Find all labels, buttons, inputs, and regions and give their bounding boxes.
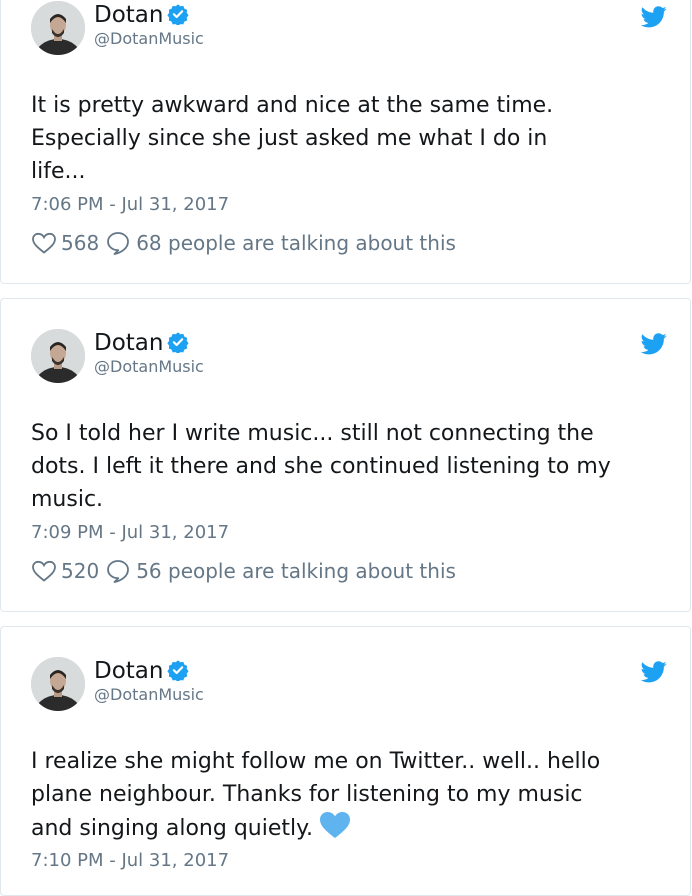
tweet-text: So I told her I write music... still not… xyxy=(31,417,671,516)
tweet-text-line: dots. I left it there and she continued … xyxy=(31,454,611,479)
verified-badge-icon xyxy=(167,4,190,25)
tweet-text-line: I realize she might follow me on Twitter… xyxy=(31,749,601,774)
tweet-text-line: So I told her I write music... still not… xyxy=(31,421,594,446)
tweet-text: I realize she might follow me on Twitter… xyxy=(31,745,671,845)
tweet-timestamp[interactable]: 7:09 PM - Jul 31, 2017 xyxy=(31,522,229,544)
avatar[interactable] xyxy=(31,657,85,711)
reply-bubble-icon[interactable] xyxy=(105,558,131,584)
tweet-text: It is pretty awkward and nice at the sam… xyxy=(31,89,671,188)
tweet-timestamp[interactable]: 7:06 PM - Jul 31, 2017 xyxy=(31,194,229,216)
avatar-photo xyxy=(31,1,85,55)
tweet-timestamp[interactable]: 7:10 PM - Jul 31, 2017 xyxy=(31,850,229,872)
tweet-text-line: plane neighbour. Thanks for listening to… xyxy=(31,782,583,807)
twitter-bird-icon[interactable] xyxy=(641,333,667,355)
tweet-card-1[interactable]: Dotan @DotanMusic It is pretty awkward a… xyxy=(0,0,691,284)
like-count[interactable]: 568 xyxy=(61,229,99,257)
author-handle[interactable]: @DotanMusic xyxy=(94,357,204,377)
tweet-text-line: music. xyxy=(31,487,104,512)
like-heart-icon[interactable] xyxy=(31,559,57,583)
tweet-actions: 568 68 people are talking about this xyxy=(31,229,456,257)
tweet-actions: 520 56 people are talking about this xyxy=(31,557,456,585)
author-name-text[interactable]: Dotan xyxy=(94,330,163,356)
author-name-text[interactable]: Dotan xyxy=(94,658,163,684)
like-count[interactable]: 520 xyxy=(61,557,99,585)
tweet-text-line: life... xyxy=(31,159,86,184)
tweet-text-line: Especially since she just asked me what … xyxy=(31,126,548,151)
blue-heart-icon xyxy=(320,812,351,838)
reply-count[interactable]: 68 people are talking about this xyxy=(136,229,456,257)
avatar[interactable] xyxy=(31,1,85,55)
author-name[interactable]: Dotan xyxy=(94,657,190,685)
tweet-text-line: It is pretty awkward and nice at the sam… xyxy=(31,93,554,118)
author-handle[interactable]: @DotanMusic xyxy=(94,685,204,705)
like-heart-icon[interactable] xyxy=(31,231,57,255)
avatar-photo xyxy=(31,329,85,383)
avatar[interactable] xyxy=(31,329,85,383)
verified-badge-icon xyxy=(167,332,190,353)
twitter-bird-icon[interactable] xyxy=(641,6,667,28)
tweet-card-2[interactable]: Dotan @DotanMusic So I told her I write … xyxy=(0,298,691,612)
tweet-text-line-content: and singing along quietly. xyxy=(31,816,314,841)
tweet-text-line: and singing along quietly. xyxy=(31,811,671,845)
author-name[interactable]: Dotan xyxy=(94,329,190,357)
twitter-bird-icon[interactable] xyxy=(641,661,667,683)
tweet-card-3[interactable]: Dotan @DotanMusic I realize she might fo… xyxy=(0,626,691,896)
reply-bubble-icon[interactable] xyxy=(105,230,131,256)
avatar-photo xyxy=(31,657,85,711)
verified-badge-icon xyxy=(167,660,190,681)
reply-count[interactable]: 56 people are talking about this xyxy=(136,557,456,585)
author-name-text[interactable]: Dotan xyxy=(94,2,163,28)
author-name[interactable]: Dotan xyxy=(94,1,190,29)
author-handle[interactable]: @DotanMusic xyxy=(94,29,204,49)
